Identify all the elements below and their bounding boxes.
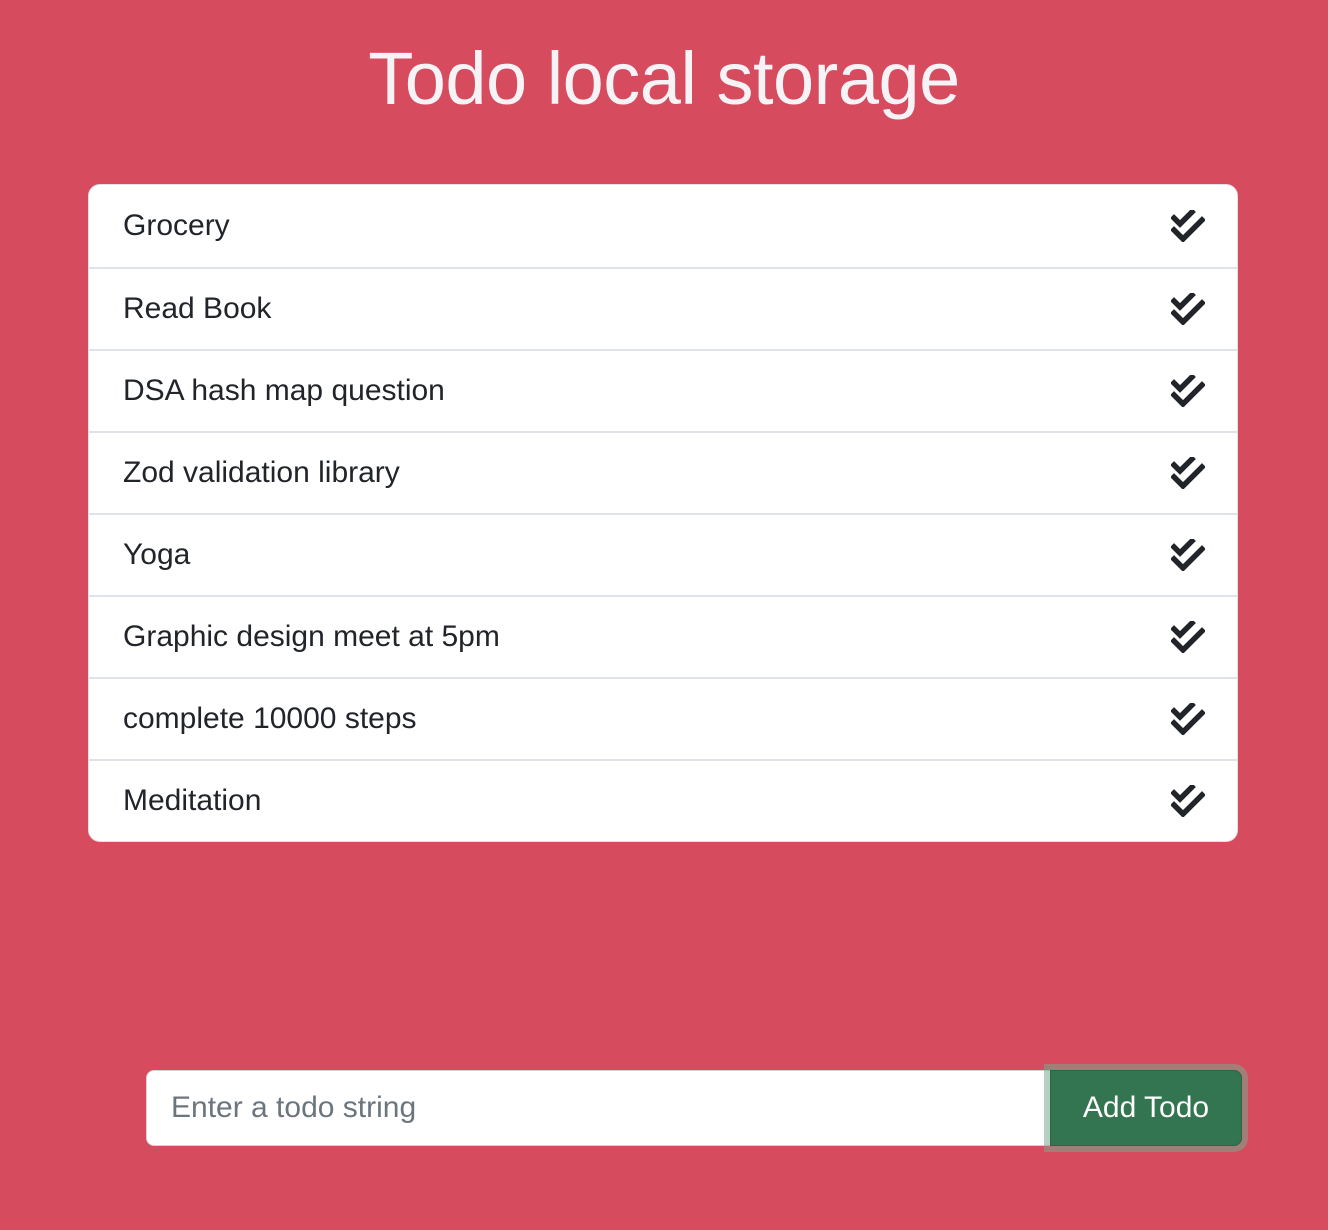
todo-text: Grocery: [123, 209, 230, 242]
todo-text: complete 10000 steps: [123, 702, 417, 735]
todo-text: DSA hash map question: [123, 374, 445, 407]
double-check-icon[interactable]: [1171, 702, 1205, 736]
double-check-icon[interactable]: [1171, 456, 1205, 490]
todo-item: Yoga: [89, 513, 1237, 595]
todo-item: DSA hash map question: [89, 349, 1237, 431]
todo-text: Read Book: [123, 292, 272, 325]
double-check-icon[interactable]: [1171, 374, 1205, 408]
todo-list: Grocery Read Book DSA hash map question Zod…: [88, 184, 1238, 842]
add-todo-button[interactable]: Add Todo: [1050, 1070, 1242, 1146]
todo-text: Yoga: [123, 538, 191, 571]
todo-item: complete 10000 steps: [89, 677, 1237, 759]
add-todo-form: Add Todo: [146, 1070, 1242, 1146]
todo-item: Read Book: [89, 267, 1237, 349]
double-check-icon[interactable]: [1171, 620, 1205, 654]
todo-input[interactable]: [146, 1070, 1050, 1146]
todo-item: Zod validation library: [89, 431, 1237, 513]
double-check-icon[interactable]: [1171, 538, 1205, 572]
todo-item: Grocery: [89, 185, 1237, 267]
todo-text: Graphic design meet at 5pm: [123, 620, 500, 653]
todo-item: Graphic design meet at 5pm: [89, 595, 1237, 677]
double-check-icon[interactable]: [1171, 209, 1205, 243]
todo-text: Meditation: [123, 784, 262, 817]
double-check-icon[interactable]: [1171, 784, 1205, 818]
todo-item: Meditation: [89, 759, 1237, 841]
double-check-icon[interactable]: [1171, 292, 1205, 326]
todo-text: Zod validation library: [123, 456, 400, 489]
page-title: Todo local storage: [368, 37, 960, 120]
